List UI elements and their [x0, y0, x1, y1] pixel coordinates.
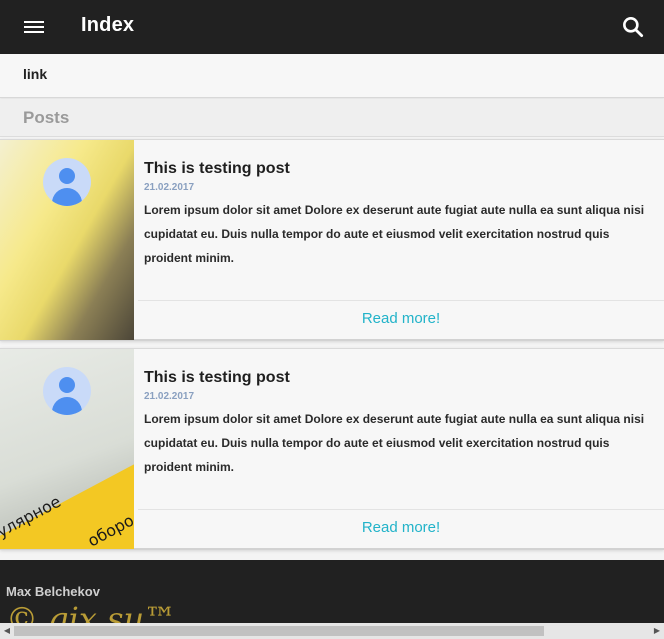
- post-excerpt: Lorem ipsum dolor sit amet Dolore ex des…: [144, 203, 645, 265]
- post-thumbnail: улярное оборо: [0, 349, 134, 549]
- post-thumbnail: [0, 140, 134, 340]
- footer-author: Max Belchekov: [6, 584, 100, 599]
- avatar-icon: [43, 367, 91, 415]
- search-icon[interactable]: [620, 14, 646, 40]
- post-card: This is testing post 21.02.2017 Lorem ip…: [0, 139, 664, 341]
- post-date: 21.02.2017: [144, 182, 195, 193]
- scroll-right-icon[interactable]: ▶: [652, 626, 662, 636]
- post-title: This is testing post: [144, 160, 290, 177]
- post-title: This is testing post: [144, 369, 290, 386]
- scrollbar-thumb[interactable]: [14, 626, 544, 636]
- section-header: Posts: [0, 99, 664, 137]
- scroll-left-icon[interactable]: ◀: [2, 626, 12, 636]
- nav-link[interactable]: link: [23, 66, 47, 82]
- nav-bar: link: [0, 54, 664, 98]
- read-more-button[interactable]: Read more!: [138, 310, 664, 327]
- post-excerpt: Lorem ipsum dolor sit amet Dolore ex des…: [144, 412, 645, 474]
- read-more-button[interactable]: Read more!: [138, 519, 664, 536]
- app-bar: Index: [0, 0, 664, 54]
- horizontal-scrollbar[interactable]: ◀ ▶: [0, 623, 664, 639]
- page-title: Index: [81, 14, 135, 36]
- avatar-icon: [43, 158, 91, 206]
- section-title: Posts: [23, 108, 70, 127]
- divider: [138, 300, 664, 301]
- menu-icon[interactable]: [20, 16, 48, 38]
- post-date: 21.02.2017: [144, 391, 195, 402]
- post-card: улярное оборо This is testing post 21.02…: [0, 348, 664, 550]
- divider: [138, 509, 664, 510]
